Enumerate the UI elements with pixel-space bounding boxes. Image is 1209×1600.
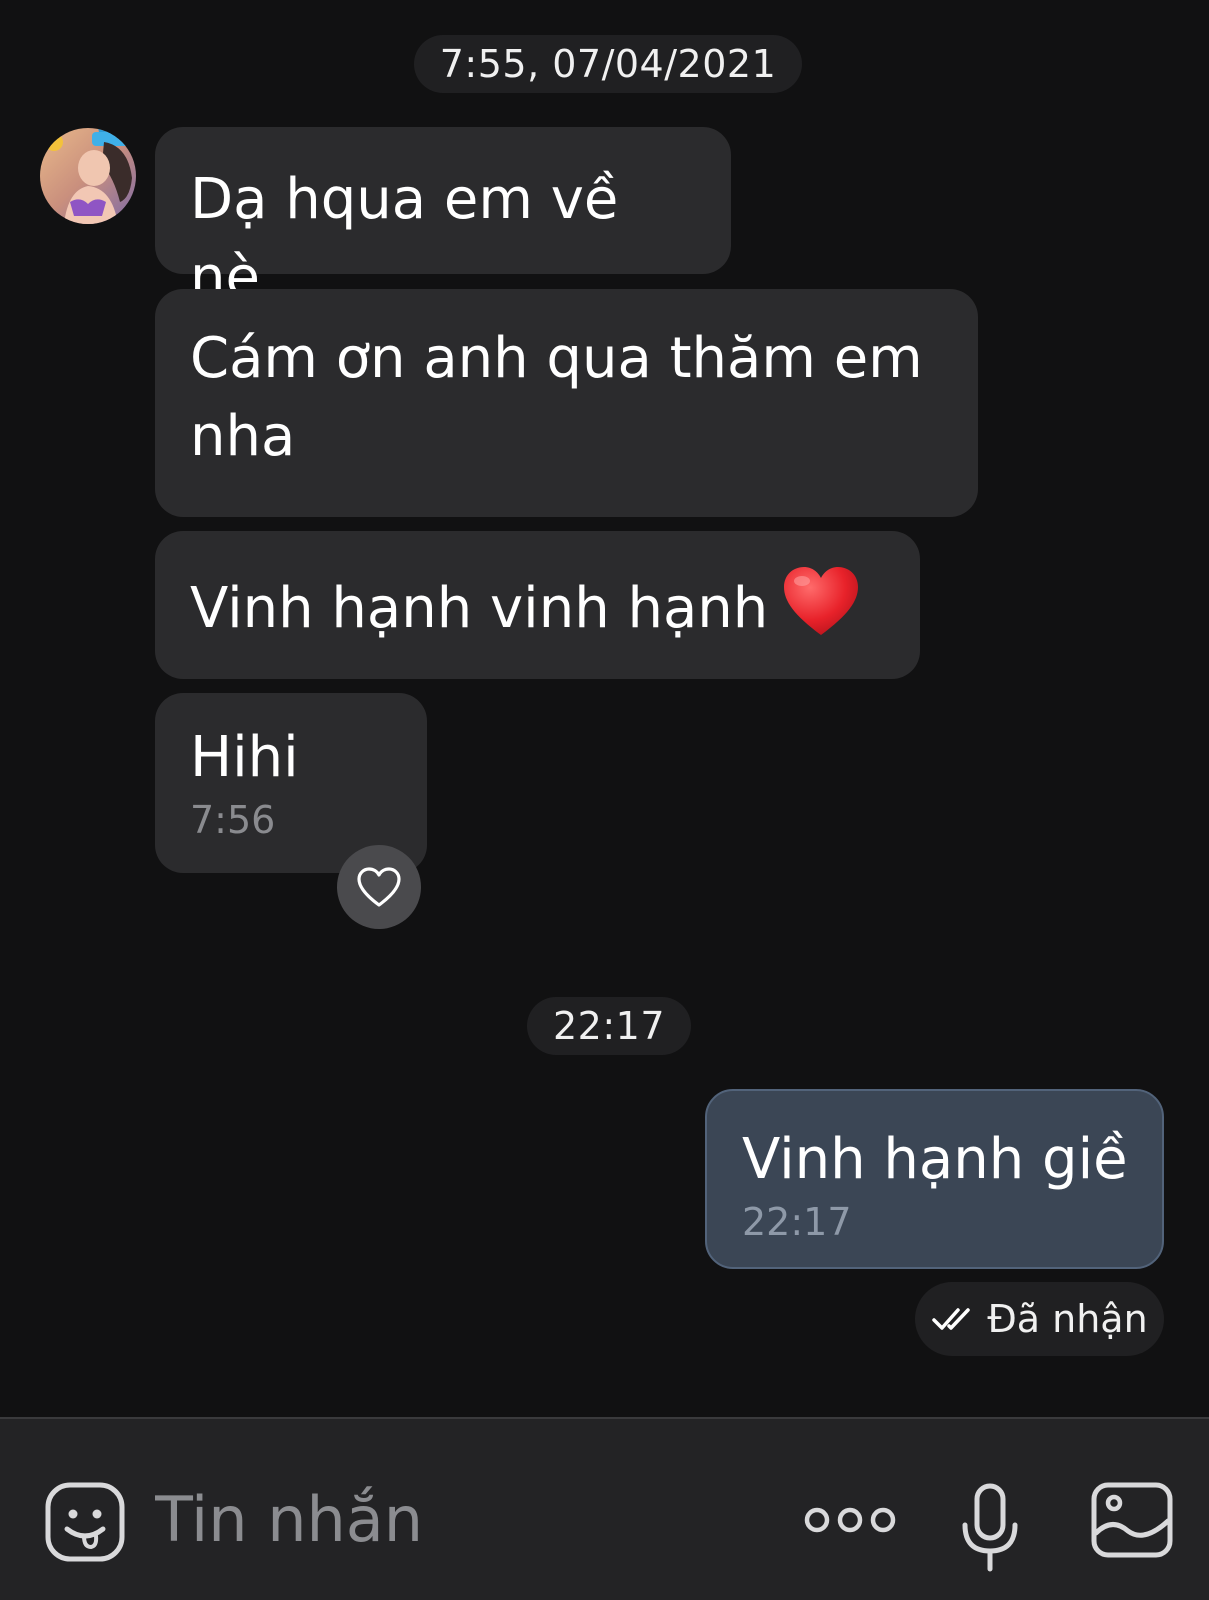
emoji-button[interactable] xyxy=(44,1481,126,1563)
time-separator: 22:17 xyxy=(527,997,691,1055)
delivery-status: Đã nhận xyxy=(915,1282,1164,1356)
chat-screen: 7:55, 07/04/2021 Dạ hqua em về nè Cám ơn xyxy=(0,0,1209,1600)
message-composer xyxy=(0,1417,1209,1600)
voice-message-button[interactable] xyxy=(960,1483,1020,1573)
red-heart-emoji xyxy=(784,567,859,635)
delivery-status-text: Đã nhận xyxy=(987,1297,1148,1341)
send-image-button[interactable] xyxy=(1090,1481,1174,1559)
contact-avatar[interactable] xyxy=(40,128,136,224)
microphone-icon xyxy=(962,1483,1018,1572)
react-button[interactable] xyxy=(337,845,421,929)
date-separator: 7:55, 07/04/2021 xyxy=(414,35,802,93)
emoji-icon xyxy=(45,1482,125,1562)
message-text: Vinh hạnh vinh hạnh xyxy=(190,576,769,641)
incoming-message[interactable]: Vinh hạnh vinh hạnh xyxy=(155,531,920,679)
more-options-button[interactable] xyxy=(802,1499,898,1541)
message-time: 7:56 xyxy=(190,798,276,842)
message-text: Vinh hạnh giề xyxy=(742,1127,1128,1192)
double-check-icon xyxy=(932,1308,971,1330)
image-icon xyxy=(1091,1482,1173,1558)
more-icon xyxy=(804,1507,896,1533)
heart-outline-icon xyxy=(357,867,401,907)
date-separator-text: 7:55, 07/04/2021 xyxy=(439,42,777,86)
message-time: 22:17 xyxy=(742,1200,852,1244)
message-input[interactable] xyxy=(155,1474,755,1564)
incoming-message[interactable]: Cám ơn anh qua thăm em nha xyxy=(155,289,978,517)
message-text: Hihi xyxy=(190,725,299,790)
message-text: Cám ơn anh qua thăm em nha xyxy=(190,326,941,469)
avatar-image xyxy=(40,128,136,224)
outgoing-message[interactable]: Vinh hạnh giề 22:17 xyxy=(705,1089,1164,1269)
time-separator-text: 22:17 xyxy=(552,1004,665,1048)
incoming-message[interactable]: Dạ hqua em về nè xyxy=(155,127,731,310)
